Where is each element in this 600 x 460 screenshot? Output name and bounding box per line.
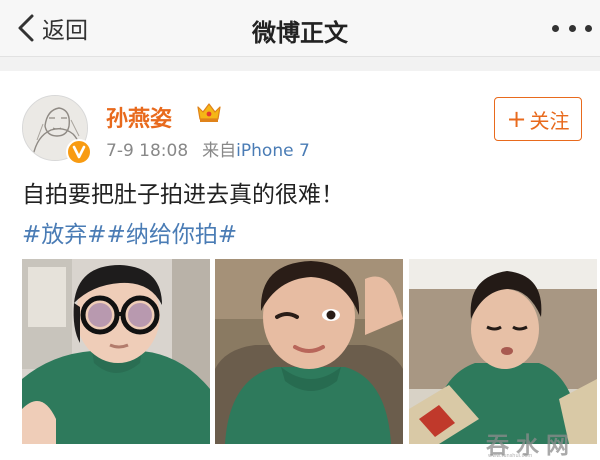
post-photo[interactable] <box>409 259 597 444</box>
more-button[interactable] <box>552 18 592 38</box>
watermark-url: www.tunshui.com <box>488 453 533 459</box>
hashtag-row: #放弃##纳给你拍# <box>22 215 237 249</box>
more-dots-icon <box>585 24 592 32</box>
more-dots-icon <box>568 24 576 32</box>
post-timestamp: 7-9 18:08 <box>106 141 189 161</box>
hashtag-link[interactable]: #放弃# <box>22 222 107 248</box>
post-meta: 7-9 18:08 来自iPhone 7 <box>106 136 310 161</box>
author-name[interactable]: 孙燕姿 <box>106 101 172 133</box>
post-text: 自拍要把肚子拍进去真的很难！ <box>22 182 344 208</box>
verified-badge-icon <box>66 139 92 165</box>
selfie-glasses-image <box>22 259 210 444</box>
crown-icon <box>197 103 221 122</box>
selfie-sleeping-image <box>409 259 597 444</box>
selfie-wink-image <box>215 259 403 444</box>
follow-label: 关注 <box>529 108 570 133</box>
follow-button[interactable]: + 关注 <box>494 97 582 141</box>
post-photo[interactable] <box>22 259 210 444</box>
more-dots-icon <box>552 24 559 32</box>
plus-icon: + <box>506 105 527 133</box>
source-prefix: 来自 <box>202 141 237 161</box>
page-title: 微博正文 <box>252 19 348 47</box>
post-card: 孙燕姿 7-9 18:08 来自iPhone 7 + 关注 自拍要把肚子拍进去真的… <box>0 71 600 459</box>
section-gap <box>0 57 600 71</box>
post-photo[interactable] <box>215 259 403 444</box>
navigation-bar: 返回 微博正文 <box>0 0 600 57</box>
hashtag-link[interactable]: #纳给你拍# <box>107 222 238 248</box>
source-device-link[interactable]: iPhone 7 <box>236 141 310 161</box>
